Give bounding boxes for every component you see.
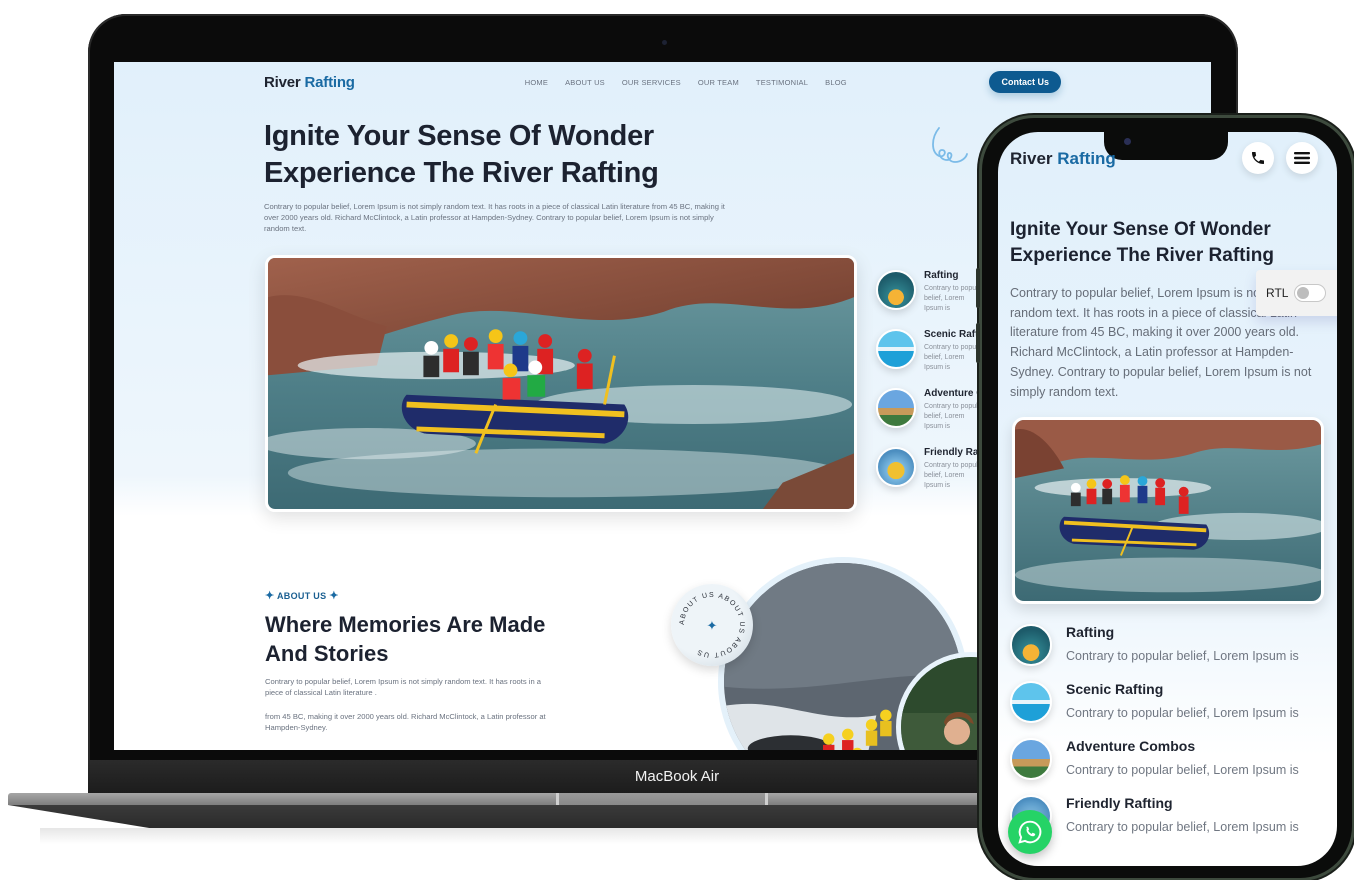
service-item[interactable]: Rafting Contrary to popular belief, Lore… [1010, 624, 1330, 681]
service-desc: Contrary to popular belief, Lorem Ipsum … [1066, 820, 1299, 834]
nav-our-services[interactable]: OUR SERVICES [622, 78, 681, 87]
service-title: Rafting [1066, 624, 1115, 640]
whatsapp-button[interactable] [1008, 810, 1052, 854]
service-body: Adventure Combos Contrary to popular bel… [1066, 738, 1299, 777]
logo-accent: Rafting [304, 73, 355, 91]
mobile-site-logo[interactable]: River Rafting [1010, 149, 1116, 169]
nav-our-team[interactable]: OUR TEAM [698, 78, 739, 87]
phone-screen: River Rafting Ignite Your Sense Of Wonde… [998, 132, 1337, 866]
about-tag-label: ABOUT US [277, 591, 327, 601]
service-desc: Contrary to popular belief, Lorem Ipsum … [924, 344, 984, 371]
mobile-hero-rafting-image [1012, 417, 1324, 604]
nav-blog[interactable]: BLOG [825, 78, 847, 87]
about-title-line1: Where Memories Are Made [265, 612, 546, 637]
rafting-icon [1010, 624, 1052, 666]
phone-volume-button [976, 323, 980, 363]
hero-title-line1: Ignite Your Sense Of Wonder [1010, 219, 1271, 240]
decorative-squiggle-icon [932, 127, 968, 163]
phone-camera [1124, 138, 1131, 145]
phone-volume-button [976, 268, 980, 308]
service-desc: Contrary to popular belief, Lorem Ipsum … [1066, 649, 1299, 663]
nav-testimonial[interactable]: TESTIMONIAL [756, 78, 808, 87]
sparkle-icon: ✦ [329, 590, 339, 602]
nav-home[interactable]: HOME [525, 78, 548, 87]
service-desc: Contrary to popular belief, Lorem Ipsum … [1066, 763, 1299, 777]
site-logo[interactable]: River Rafting [264, 74, 355, 91]
service-title: Rafting [924, 270, 959, 281]
service-item[interactable]: Scenic Rafting Contrary to popular belie… [1010, 681, 1330, 738]
sparkle-icon: ✦ [707, 618, 718, 633]
friendly-rafting-icon [876, 447, 916, 487]
service-body: Rafting Contrary to popular belief, Lore… [1066, 624, 1299, 663]
service-body: Friendly Rafting Contrary to popular bel… [1066, 795, 1299, 834]
phone-call-button[interactable] [1242, 142, 1274, 174]
phone-icon [1252, 152, 1264, 164]
service-title: Scenic Rafting [1066, 681, 1164, 697]
service-body: Rafting Contrary to popular belief, Lore… [924, 270, 984, 314]
hero-description: Contrary to popular belief, Lorem Ipsum … [264, 202, 725, 233]
about-paragraph-2: from 45 BC, making it over 2000 years ol… [265, 712, 546, 732]
laptop-hinge [556, 793, 768, 805]
rafting-icon [876, 270, 916, 310]
service-title: Friendly Rafting [1066, 795, 1173, 811]
sparkle-icon: ✦ [265, 590, 275, 602]
service-item[interactable]: Adventure Combos Contrary to popular bel… [1010, 738, 1330, 795]
logo-primary: River [1010, 149, 1053, 168]
scenic-rafting-icon [1010, 681, 1052, 723]
nav-links: HOME ABOUT US OUR SERVICES OUR TEAM TEST… [525, 78, 847, 87]
service-desc: Contrary to popular belief, Lorem Ipsum … [924, 285, 984, 312]
logo-accent: Rafting [1057, 149, 1116, 168]
menu-icon [1294, 152, 1310, 164]
phone-notch [1104, 132, 1228, 160]
rtl-toggle-panel: RTL [1256, 270, 1337, 316]
service-desc: Contrary to popular belief, Lorem Ipsum … [1066, 706, 1299, 720]
about-paragraph-1: Contrary to popular belief, Lorem Ipsum … [265, 677, 542, 697]
mobile-hero-title: Ignite Your Sense Of Wonder Experience T… [1010, 217, 1320, 269]
phone-frame: River Rafting Ignite Your Sense Of Wonde… [976, 118, 1352, 878]
service-item[interactable]: Friendly Rafting Contrary to popular bel… [1010, 795, 1330, 852]
hero-rafting-image [265, 255, 857, 512]
scenic-rafting-icon [876, 329, 916, 369]
service-desc: Contrary to popular belief, Lorem Ipsum … [924, 462, 984, 489]
menu-button[interactable] [1286, 142, 1318, 174]
service-title: Adventure Combos [1066, 738, 1196, 754]
hero-title-line2: Experience The River Rafting [1010, 245, 1274, 266]
about-us-tag: ✦ ABOUT US ✦ [265, 589, 339, 602]
contact-us-button[interactable]: Contact Us [989, 71, 1061, 93]
about-title-line2: And Stories [265, 641, 389, 666]
toggle-knob [1297, 287, 1310, 299]
site-navbar: River Rafting HOME ABOUT US OUR SERVICES… [264, 70, 1061, 94]
about-title: Where Memories Are Made And Stories [265, 610, 545, 668]
service-desc: Contrary to popular belief, Lorem Ipsum … [924, 403, 984, 430]
rtl-label: RTL [1266, 286, 1289, 300]
logo-primary: River [264, 73, 301, 91]
mobile-services-list: Rafting Contrary to popular belief, Lore… [1010, 624, 1330, 852]
about-us-rotating-badge: ABOUT US ABOUT US ABOUT US ✦ [671, 584, 753, 666]
adventure-combos-icon [876, 388, 916, 428]
laptop-camera [662, 40, 667, 45]
hero-title-line2: Experience The River Rafting [264, 157, 659, 189]
rtl-toggle-switch[interactable] [1294, 284, 1327, 302]
device-mockup-stage: River Rafting HOME ABOUT US OUR SERVICES… [0, 0, 1354, 880]
hero-title: Ignite Your Sense Of Wonder Experience T… [264, 118, 659, 192]
hero-title-line1: Ignite Your Sense Of Wonder [264, 120, 654, 152]
adventure-combos-icon [1010, 738, 1052, 780]
whatsapp-icon [1018, 820, 1042, 844]
service-body: Scenic Rafting Contrary to popular belie… [1066, 681, 1299, 720]
nav-about-us[interactable]: ABOUT US [565, 78, 605, 87]
